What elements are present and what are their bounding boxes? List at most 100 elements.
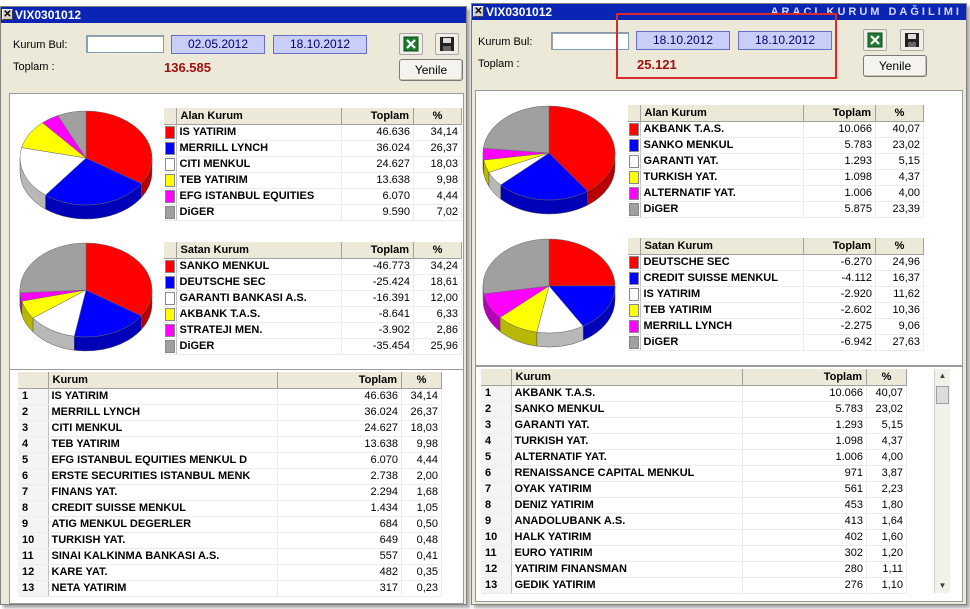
toplam-cell: -3.902 xyxy=(341,322,414,339)
column-header-toplam[interactable]: Toplam xyxy=(341,242,414,259)
refresh-button[interactable]: Yenile xyxy=(399,59,463,81)
table-row[interactable]: 2 MERRILL LYNCH 36.024 26,37 xyxy=(18,404,442,421)
column-header-toplam[interactable]: Toplam xyxy=(277,372,402,389)
table-row[interactable]: 8 DENIZ YATIRIM 453 1,80 xyxy=(481,497,907,514)
table-header-row: Kurum Toplam% xyxy=(481,369,907,386)
toplam-cell: 453 xyxy=(742,497,867,514)
table-row[interactable]: 2 SANKO MENKUL 5.783 23,02 xyxy=(481,401,907,418)
table-row[interactable]: 13 GEDIK YATIRIM 276 1,10 xyxy=(481,577,907,594)
table-row[interactable]: IS YATIRIM 46.636 34,14 xyxy=(164,124,462,141)
table-row[interactable]: 6 RENAISSANCE CAPITAL MENKUL 971 3,87 xyxy=(481,465,907,482)
column-header-toplam[interactable]: Toplam xyxy=(803,238,876,255)
table-row[interactable]: 13 NETA YATIRIM 317 0,23 xyxy=(18,580,442,597)
refresh-button[interactable]: Yenile xyxy=(863,55,927,77)
column-header-toplam[interactable]: Toplam xyxy=(341,108,414,125)
table-row[interactable]: 11 SINAI KALKINMA BANKASI A.S. 557 0,41 xyxy=(18,548,442,565)
column-header-percent[interactable]: % xyxy=(875,238,924,255)
table-row[interactable]: TEB YATIRIM -2.602 10,36 xyxy=(628,302,924,319)
alan-pie-chart xyxy=(482,105,616,215)
table-row[interactable]: 7 OYAK YATIRIM 561 2,23 xyxy=(481,481,907,498)
table-row[interactable]: MERRILL LYNCH -2.275 9,06 xyxy=(628,318,924,335)
table-row[interactable]: 8 CREDIT SUISSE MENKUL 1.434 1,05 xyxy=(18,500,442,517)
table-row[interactable]: MERRILL LYNCH 36.024 26,37 xyxy=(164,140,462,157)
column-header-toplam[interactable]: Toplam xyxy=(742,369,867,386)
table-row[interactable]: GARANTI YAT. 1.293 5,15 xyxy=(628,153,924,170)
table-row[interactable]: DiGER 9.590 7,02 xyxy=(164,204,462,221)
kurum-name-cell: CREDIT SUISSE MENKUL xyxy=(48,500,278,517)
column-header-kurum[interactable]: Satan Kurum xyxy=(176,242,342,259)
column-header-percent[interactable]: % xyxy=(413,242,462,259)
save-button[interactable] xyxy=(900,29,924,51)
table-row[interactable]: 4 TURKISH YAT. 1.098 4,37 xyxy=(481,433,907,450)
table-row[interactable]: STRATEJI MEN. -3.902 2,86 xyxy=(164,322,462,339)
table-row[interactable]: DiGER 5.875 23,39 xyxy=(628,201,924,218)
column-header-kurum[interactable]: Alan Kurum xyxy=(640,105,804,122)
table-row[interactable]: 3 CITI MENKUL 24.627 18,03 xyxy=(18,420,442,437)
table-row[interactable]: CREDIT SUISSE MENKUL -4.112 16,37 xyxy=(628,270,924,287)
close-icon[interactable]: ✕ xyxy=(473,6,484,17)
excel-export-button[interactable] xyxy=(863,29,887,51)
table-row[interactable]: TEB YATIRIM 13.638 9,98 xyxy=(164,172,462,189)
excel-export-button[interactable] xyxy=(399,33,423,55)
column-header-kurum[interactable]: Satan Kurum xyxy=(640,238,804,255)
table-row[interactable]: SANKO MENKUL -46.773 34,24 xyxy=(164,258,462,275)
save-button[interactable] xyxy=(435,33,459,55)
table-row[interactable]: EFG ISTANBUL EQUITIES 6.070 4,44 xyxy=(164,188,462,205)
table-row[interactable]: SANKO MENKUL 5.783 23,02 xyxy=(628,137,924,154)
column-header-toplam[interactable]: Toplam xyxy=(803,105,876,122)
kurum-name-cell: TEB YATIRIM xyxy=(640,302,804,319)
table-row[interactable]: 10 TURKISH YAT. 649 0,48 xyxy=(18,532,442,549)
kurum-search-input[interactable] xyxy=(86,35,164,53)
toplam-cell: 5.783 xyxy=(742,401,867,418)
table-row[interactable]: 9 ANADOLUBANK A.S. 413 1,64 xyxy=(481,513,907,530)
table-row[interactable]: 7 FINANS YAT. 2.294 1,68 xyxy=(18,484,442,501)
table-row[interactable]: AKBANK T.A.S. -8.641 6,33 xyxy=(164,306,462,323)
table-row[interactable]: 11 EURO YATIRIM 302 1,20 xyxy=(481,545,907,562)
column-header-kurum[interactable]: Kurum xyxy=(48,372,278,389)
table-row[interactable]: 3 GARANTI YAT. 1.293 5,15 xyxy=(481,417,907,434)
percent-cell: 1,20 xyxy=(866,545,907,562)
row-number-cell: 1 xyxy=(18,388,49,405)
column-header-kurum[interactable]: Kurum xyxy=(511,369,743,386)
kurum-name-cell: TURKISH YAT. xyxy=(511,433,743,450)
date-from-field[interactable]: 02.05.2012 xyxy=(171,35,265,54)
column-header-percent[interactable]: % xyxy=(413,108,462,125)
column-header-percent[interactable]: % xyxy=(401,372,442,389)
header-blank-cell xyxy=(628,238,641,255)
table-row[interactable]: 10 HALK YATIRIM 402 1,60 xyxy=(481,529,907,546)
row-number-cell: 3 xyxy=(481,417,512,434)
table-row[interactable]: 5 ALTERNATIF YAT. 1.006 4,00 xyxy=(481,449,907,466)
column-header-percent[interactable]: % xyxy=(875,105,924,122)
toplam-cell: 24.627 xyxy=(341,156,414,173)
table-row[interactable]: TURKISH YAT. 1.098 4,37 xyxy=(628,169,924,186)
table-row[interactable]: 12 YATIRIM FINANSMAN 280 1,11 xyxy=(481,561,907,578)
scroll-thumb[interactable] xyxy=(936,386,949,404)
table-row[interactable]: 1 AKBANK T.A.S. 10.066 40,07 xyxy=(481,385,907,402)
table-row[interactable]: DEUTSCHE SEC -25.424 18,61 xyxy=(164,274,462,291)
list-scrollbar[interactable]: ▲ ▼ xyxy=(934,369,950,593)
table-row[interactable]: AKBANK T.A.S. 10.066 40,07 xyxy=(628,121,924,138)
toplam-cell: 36.024 xyxy=(277,404,402,421)
close-icon[interactable]: ✕ xyxy=(2,9,13,20)
toplam-cell: 6.070 xyxy=(277,452,402,469)
legend-swatch-cell xyxy=(628,318,641,335)
table-row[interactable]: DEUTSCHE SEC -6.270 24,96 xyxy=(628,254,924,271)
table-row[interactable]: 6 ERSTE SECURITIES ISTANBUL MENK 2.738 2,00 xyxy=(18,468,442,485)
table-row[interactable]: IS YATIRIM -2.920 11,62 xyxy=(628,286,924,303)
date-to-field[interactable]: 18.10.2012 xyxy=(273,35,367,54)
table-row[interactable]: CITI MENKUL 24.627 18,03 xyxy=(164,156,462,173)
scroll-up-arrow-icon[interactable]: ▲ xyxy=(935,369,950,383)
table-row[interactable]: DiGER -35.454 25,96 xyxy=(164,338,462,355)
table-row[interactable]: 5 EFG ISTANBUL EQUITIES MENKUL D 6.070 4,44 xyxy=(18,452,442,469)
table-row[interactable]: ALTERNATIF YAT. 1.006 4,00 xyxy=(628,185,924,202)
table-row[interactable]: 4 TEB YATIRIM 13.638 9,98 xyxy=(18,436,442,453)
table-row[interactable]: 9 ATIG MENKUL DEGERLER 684 0,50 xyxy=(18,516,442,533)
kurum-name-cell: GARANTI YAT. xyxy=(640,153,804,170)
table-row[interactable]: 1 IS YATIRIM 46.636 34,14 xyxy=(18,388,442,405)
table-row[interactable]: 12 KARE YAT. 482 0,35 xyxy=(18,564,442,581)
scroll-down-arrow-icon[interactable]: ▼ xyxy=(935,579,950,593)
column-header-percent[interactable]: % xyxy=(866,369,907,386)
column-header-kurum[interactable]: Alan Kurum xyxy=(176,108,342,125)
table-row[interactable]: DiGER -6.942 27,63 xyxy=(628,334,924,351)
table-row[interactable]: GARANTI BANKASI A.S. -16.391 12,00 xyxy=(164,290,462,307)
